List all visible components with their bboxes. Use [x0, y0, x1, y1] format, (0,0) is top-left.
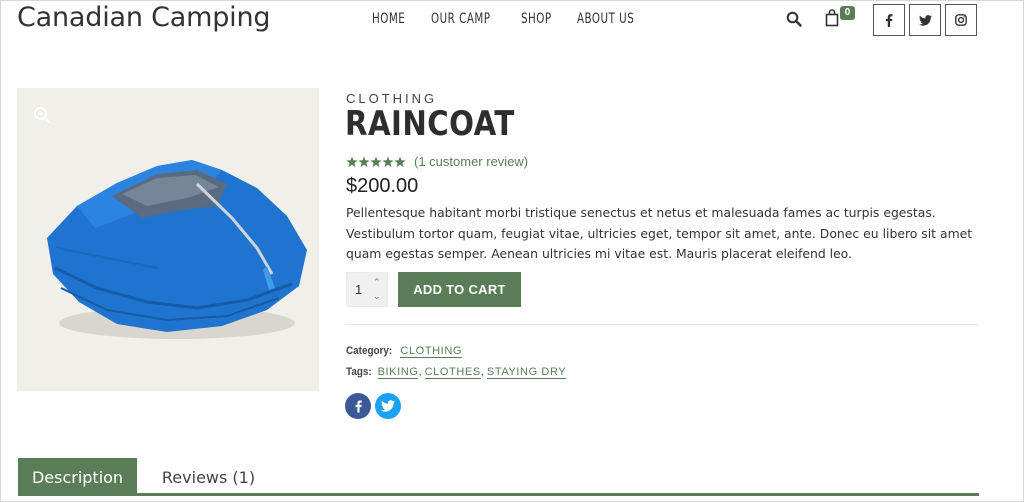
product-title: RAINCOAT — [345, 104, 515, 144]
nav-item-our-camp[interactable]: OUR CAMP — [431, 11, 491, 27]
twitter-share-icon[interactable] — [375, 393, 401, 419]
product-price: $200.00 — [346, 175, 419, 197]
raincoat-illustration — [47, 160, 307, 339]
header-social-links — [873, 4, 977, 36]
customer-review-link[interactable]: (1 customer review) — [414, 154, 528, 169]
product-image[interactable] — [17, 88, 319, 391]
tag-link-biking[interactable]: BIKING — [377, 366, 419, 379]
product-tabs: Description Reviews (1) — [18, 458, 979, 498]
star-rating-icon — [346, 156, 406, 168]
quantity-spinner[interactable]: ⌃ ⌄ — [373, 278, 381, 301]
add-to-cart-button[interactable]: ADD TO CART — [398, 272, 521, 307]
search-icon[interactable] — [786, 11, 802, 27]
category-link[interactable]: CLOTHING — [400, 345, 463, 358]
product-description: Pellentesque habitant morbi tristique se… — [346, 205, 973, 261]
nav-item-home[interactable]: HOME — [372, 11, 405, 27]
tab-reviews[interactable]: Reviews (1) — [146, 458, 271, 496]
tag-separator: , — [418, 366, 422, 378]
nav-item-shop[interactable]: SHOP — [521, 11, 552, 27]
nav-item-about-us[interactable]: ABOUT US — [577, 11, 634, 27]
tag-link-staying-dry[interactable]: STAYING DRY — [486, 366, 567, 379]
site-title[interactable]: Canadian Camping — [17, 2, 271, 33]
tag-separator: , — [480, 366, 484, 378]
product-tags-meta: Tags: BIKING, CLOTHES, STAYING DRY — [346, 366, 567, 379]
quantity-input[interactable] — [347, 282, 371, 297]
product-category-meta: Category: CLOTHING — [346, 345, 463, 358]
instagram-icon[interactable] — [945, 4, 977, 36]
divider — [346, 324, 978, 325]
tag-link-clothes[interactable]: CLOTHES — [424, 366, 481, 379]
share-buttons — [345, 393, 401, 419]
shopping-bag-icon[interactable] — [825, 9, 839, 27]
product-rating: (1 customer review) — [346, 154, 528, 169]
facebook-share-icon[interactable] — [345, 393, 371, 419]
quantity-stepper[interactable]: ⌃ ⌄ — [346, 272, 388, 307]
tab-description[interactable]: Description — [18, 458, 137, 496]
cart-count-badge: 0 — [840, 6, 855, 20]
tags-label: Tags: — [346, 366, 372, 378]
chevron-down-icon[interactable]: ⌄ — [373, 292, 381, 301]
facebook-icon[interactable] — [873, 4, 905, 36]
chevron-up-icon[interactable]: ⌃ — [373, 278, 381, 287]
twitter-icon[interactable] — [909, 4, 941, 36]
category-label: Category: — [346, 345, 393, 357]
main-nav: HOME OUR CAMP SHOP ABOUT US — [372, 11, 646, 27]
